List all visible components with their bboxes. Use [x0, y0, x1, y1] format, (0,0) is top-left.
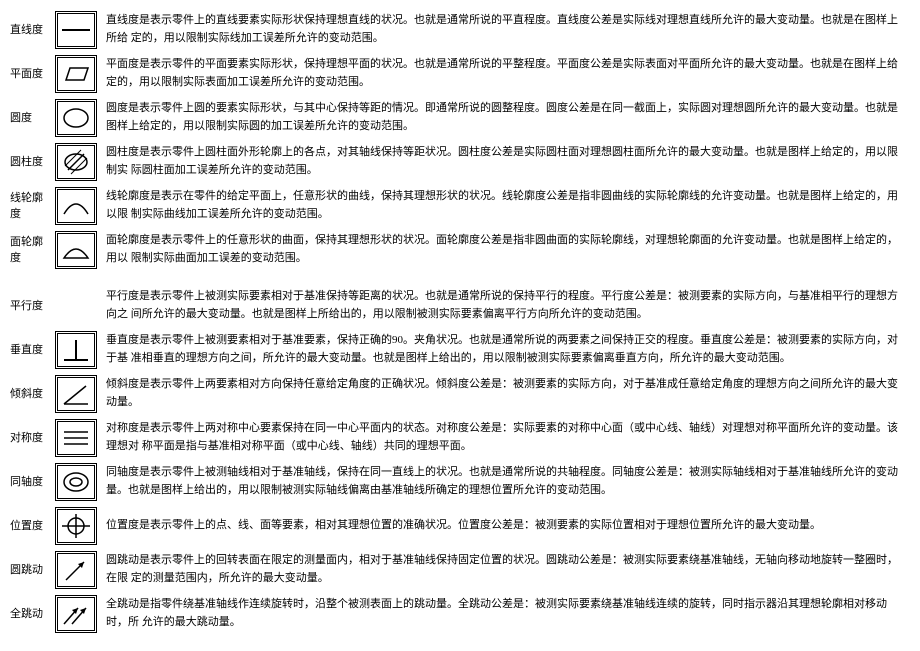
- circular-runout-icon: [55, 551, 97, 589]
- flatness-icon: [55, 55, 97, 93]
- tolerance-row: 平面度 平面度是表示零件的平面要素实际形状，保持理想平面的状况。也就是通常所说的平…: [8, 52, 912, 96]
- tolerance-description: 对称度是表示零件上两对称中心要素保持在同一中心平面内的状态。对称度公差是：实际要…: [100, 416, 912, 460]
- tolerance-icon-cell: [52, 460, 100, 504]
- tolerance-description: 圆跳动是表示零件上的回转表面在限定的测量面内，相对于基准轴线保持固定位置的状况。…: [100, 548, 912, 592]
- tolerance-label: 圆度: [8, 96, 52, 140]
- position-icon: [55, 507, 97, 545]
- tolerance-label: 圆柱度: [8, 140, 52, 184]
- tolerance-description: 倾斜度是表示零件上两要素相对方向保持任意给定角度的正确状况。倾斜度公差是：被测要…: [100, 372, 912, 416]
- tolerance-description: 直线度是表示零件上的直线要素实际形状保持理想直线的状况。也就是通常所说的平直程度…: [100, 8, 912, 52]
- tolerance-description: 全跳动是指零件绕基准轴线作连续旋转时，沿整个被测表面上的跳动量。全跳动公差是：被…: [100, 592, 912, 636]
- none-icon: [55, 287, 97, 325]
- tolerance-icon-cell: [52, 184, 100, 228]
- tolerance-description: 面轮廓度是表示零件上的任意形状的曲面，保持其理想形状的状况。面轮廓度公差是指非圆…: [100, 228, 912, 272]
- tolerance-row: 平行度 平行度是表示零件上被测实际要素相对于基准保持等距离的状况。也就是通常所说的…: [8, 284, 912, 328]
- tolerance-description: 圆度是表示零件上圆的要素实际形状，与其中心保持等距的情况。即通常所说的圆整程度。…: [100, 96, 912, 140]
- tolerance-row: 直线度 直线度是表示零件上的直线要素实际形状保持理想直线的状况。也就是通常所说的平…: [8, 8, 912, 52]
- tolerance-icon-cell: [52, 504, 100, 548]
- tolerance-icon-cell: [52, 372, 100, 416]
- tolerance-label: 全跳动: [8, 592, 52, 636]
- tolerance-description: 平行度是表示零件上被测实际要素相对于基准保持等距离的状况。也就是通常所说的保持平…: [100, 284, 912, 328]
- tolerance-row: 位置度 位置度是表示零件上的点、线、面等要素，相对其理想位置的准确状况。位置度公差…: [8, 504, 912, 548]
- tolerance-description: 圆柱度是表示零件上圆柱面外形轮廓上的各点，对其轴线保持等距状况。圆柱度公差是实际…: [100, 140, 912, 184]
- tolerance-description: 平面度是表示零件的平面要素实际形状，保持理想平面的状况。也就是通常所说的平整程度…: [100, 52, 912, 96]
- tolerance-row: 垂直度 垂直度是表示零件上被测要素相对于基准要素，保持正确的90。夹角状况。也就是…: [8, 328, 912, 372]
- tolerance-description: 垂直度是表示零件上被测要素相对于基准要素，保持正确的90。夹角状况。也就是通常所…: [100, 328, 912, 372]
- tolerance-label: 倾斜度: [8, 372, 52, 416]
- angularity-icon: [55, 375, 97, 413]
- tolerance-row: 面轮廓度 面轮廓度是表示零件上的任意形状的曲面，保持其理想形状的状况。面轮廓度公差…: [8, 228, 912, 272]
- tolerance-row: 圆度 圆度是表示零件上圆的要素实际形状，与其中心保持等距的情况。即通常所说的圆整程…: [8, 96, 912, 140]
- tolerance-label: 平行度: [8, 284, 52, 328]
- tolerance-icon-cell: [52, 8, 100, 52]
- tolerance-row: 圆跳动 圆跳动是表示零件上的回转表面在限定的测量面内，相对于基准轴线保持固定位置的…: [8, 548, 912, 592]
- tolerance-label: 同轴度: [8, 460, 52, 504]
- tolerance-label: 垂直度: [8, 328, 52, 372]
- tolerance-row: 线轮廓度 线轮廓度是表示在零件的给定平面上，任意形状的曲线，保持其理想形状的状况。…: [8, 184, 912, 228]
- tolerance-icon-cell: [52, 96, 100, 140]
- tolerance-row: 圆柱度 圆柱度是表示零件上圆柱面外形轮廓上的各点，对其轴线保持等距状况。圆柱度公差…: [8, 140, 912, 184]
- roundness-icon: [55, 99, 97, 137]
- tolerance-description: 位置度是表示零件上的点、线、面等要素，相对其理想位置的准确状况。位置度公差是：被…: [100, 504, 912, 548]
- tolerance-label: 对称度: [8, 416, 52, 460]
- tolerance-row: 倾斜度 倾斜度是表示零件上两要素相对方向保持任意给定角度的正确状况。倾斜度公差是：…: [8, 372, 912, 416]
- cylindricity-icon: [55, 143, 97, 181]
- tolerance-icon-cell: [52, 228, 100, 272]
- tolerance-row: 对称度 对称度是表示零件上两对称中心要素保持在同一中心平面内的状态。对称度公差是：…: [8, 416, 912, 460]
- tolerance-description: 线轮廓度是表示在零件的给定平面上，任意形状的曲线，保持其理想形状的状况。线轮廓度…: [100, 184, 912, 228]
- tolerance-description: 同轴度是表示零件上被测轴线相对于基准轴线，保持在同一直线上的状况。也就是通常所说…: [100, 460, 912, 504]
- tolerance-icon-cell: [52, 284, 100, 328]
- tolerance-label: 平面度: [8, 52, 52, 96]
- tolerance-icon-cell: [52, 416, 100, 460]
- tolerance-row: 同轴度 同轴度是表示零件上被测轴线相对于基准轴线，保持在同一直线上的状况。也就是通…: [8, 460, 912, 504]
- tolerance-label: 面轮廓度: [8, 228, 52, 272]
- tolerance-icon-cell: [52, 140, 100, 184]
- tolerance-label: 线轮廓度: [8, 184, 52, 228]
- tolerance-label: 直线度: [8, 8, 52, 52]
- straightness-icon: [55, 11, 97, 49]
- tolerance-icon-cell: [52, 592, 100, 636]
- perpendicularity-icon: [55, 331, 97, 369]
- surface-profile-icon: [55, 231, 97, 269]
- tolerance-icon-cell: [52, 548, 100, 592]
- tolerance-row: 全跳动 全跳动是指零件绕基准轴线作连续旋转时，沿整个被测表面上的跳动量。全跳动公差…: [8, 592, 912, 636]
- symmetry-icon: [55, 419, 97, 457]
- concentricity-icon: [55, 463, 97, 501]
- tolerance-label: 位置度: [8, 504, 52, 548]
- tolerance-icon-cell: [52, 52, 100, 96]
- line-profile-icon: [55, 187, 97, 225]
- tolerance-label: 圆跳动: [8, 548, 52, 592]
- total-runout-icon: [55, 595, 97, 633]
- tolerance-icon-cell: [52, 328, 100, 372]
